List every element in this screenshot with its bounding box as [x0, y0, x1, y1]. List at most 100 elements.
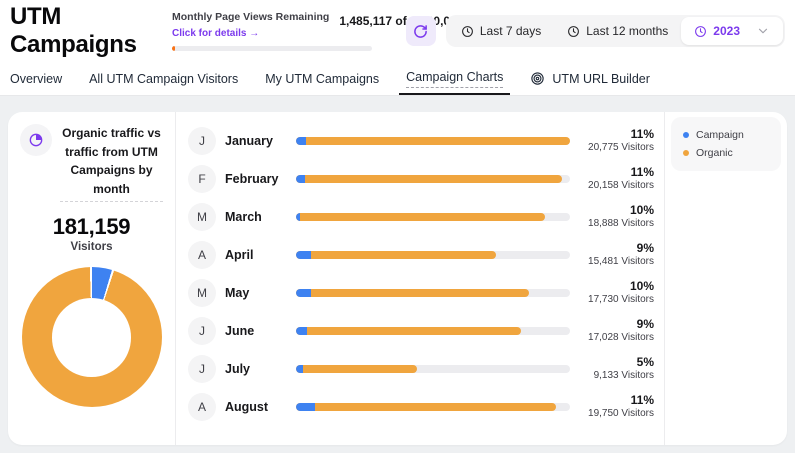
main-content: Organic traffic vs traffic from UTM Camp…: [0, 96, 795, 453]
month-label: January: [216, 134, 296, 148]
campaign-bar-segment: [296, 175, 305, 183]
month-label: April: [216, 248, 296, 262]
visitor-count: 9,133 Visitors: [582, 370, 654, 383]
month-row-march: M March 10% 18,888 Visitors: [188, 198, 654, 236]
last-7-days-button[interactable]: Last 7 days: [448, 17, 554, 45]
organic-bar-segment: [296, 327, 521, 335]
month-bar: [296, 137, 570, 145]
refresh-button[interactable]: [406, 16, 436, 46]
usage-label: Monthly Page Views Remaining: [172, 11, 329, 23]
month-stats: 11% 19,750 Visitors: [582, 393, 654, 421]
top-bar: UTM Campaigns Monthly Page Views Remaini…: [0, 0, 795, 62]
summary-panel: Organic traffic vs traffic from UTM Camp…: [8, 112, 176, 445]
campaign-bar-segment: [296, 289, 311, 297]
month-label: June: [216, 324, 296, 338]
header-controls: Last 7 days Last 12 months 2023: [406, 15, 785, 47]
visitor-count: 17,028 Visitors: [582, 332, 654, 345]
month-stats: 9% 15,481 Visitors: [582, 241, 654, 269]
month-stats: 5% 9,133 Visitors: [582, 355, 654, 383]
last-12-months-label: Last 12 months: [586, 24, 668, 38]
organic-bar-segment: [296, 137, 570, 145]
visitor-count: 20,158 Visitors: [582, 180, 654, 193]
year-dropdown[interactable]: 2023: [681, 17, 783, 45]
campaign-percent: 11%: [582, 127, 654, 142]
month-stats: 11% 20,775 Visitors: [582, 127, 654, 155]
monthly-bar-chart: J January 11% 20,775 Visitors F February: [176, 112, 665, 445]
tab-all-utm-campaign-visitors[interactable]: All UTM Campaign Visitors: [89, 62, 238, 95]
usage-progress-fill: [172, 46, 175, 51]
month-bar: [296, 365, 570, 373]
last-12-months-button[interactable]: Last 12 months: [554, 17, 681, 45]
year-label: 2023: [713, 24, 740, 38]
campaign-percent: 9%: [582, 317, 654, 332]
campaign-percent: 10%: [582, 279, 654, 294]
usage-widget: Monthly Page Views Remaining Click for d…: [172, 11, 374, 51]
organic-bar-segment: [296, 251, 496, 259]
date-range-group: Last 7 days Last 12 months 2023: [446, 15, 785, 47]
organic-bar-segment: [296, 213, 545, 221]
month-avatar: M: [188, 203, 216, 231]
campaign-percent: 9%: [582, 241, 654, 256]
tab-utm-url-builder[interactable]: UTM URL Builder: [530, 62, 649, 95]
month-row-february: F February 11% 20,158 Visitors: [188, 160, 654, 198]
organic-bar-segment: [296, 403, 556, 411]
total-visitors-label: Visitors: [20, 241, 163, 253]
donut-chart: [22, 267, 162, 407]
usage-progressbar: [172, 46, 372, 51]
month-bar: [296, 327, 570, 335]
visitor-count: 19,750 Visitors: [582, 408, 654, 421]
month-avatar: A: [188, 241, 216, 269]
month-bar: [296, 289, 570, 297]
month-avatar: J: [188, 355, 216, 383]
legend-item-campaign[interactable]: Campaign: [683, 126, 769, 144]
usage-details-link[interactable]: Click for details →: [172, 28, 259, 39]
month-bar: [296, 175, 570, 183]
month-row-july: J July 5% 9,133 Visitors: [188, 350, 654, 388]
month-stats: 10% 17,730 Visitors: [582, 279, 654, 307]
tab-campaign-charts[interactable]: Campaign Charts: [406, 62, 503, 95]
month-avatar: J: [188, 317, 216, 345]
tab-overview[interactable]: Overview: [10, 62, 62, 95]
month-avatar: A: [188, 393, 216, 421]
organic-bar-segment: [296, 365, 417, 373]
page-title: UTM Campaigns: [10, 3, 168, 59]
pie-chart-icon: [20, 124, 52, 156]
campaign-bar-segment: [296, 137, 306, 145]
month-row-june: J June 9% 17,028 Visitors: [188, 312, 654, 350]
visitor-count: 17,730 Visitors: [582, 294, 654, 307]
month-stats: 9% 17,028 Visitors: [582, 317, 654, 345]
tab-my-utm-campaigns[interactable]: My UTM Campaigns: [265, 62, 379, 95]
campaign-percent: 5%: [582, 355, 654, 370]
month-row-january: J January 11% 20,775 Visitors: [188, 122, 654, 160]
month-avatar: M: [188, 279, 216, 307]
campaign-charts-card: Organic traffic vs traffic from UTM Camp…: [8, 112, 787, 445]
campaign-percent: 11%: [582, 393, 654, 408]
organic-dot-icon: [683, 150, 689, 156]
campaign-dot-icon: [683, 132, 689, 138]
chart-legend: Campaign Organic: [671, 117, 781, 171]
last-7-days-label: Last 7 days: [480, 24, 541, 38]
web-icon: [530, 71, 545, 86]
legend-column: Campaign Organic: [665, 112, 787, 445]
campaign-bar-segment: [296, 365, 303, 373]
month-label: May: [216, 286, 296, 300]
month-stats: 10% 18,888 Visitors: [582, 203, 654, 231]
summary-title: Organic traffic vs traffic from UTM Camp…: [60, 124, 163, 202]
month-label: August: [216, 400, 296, 414]
campaign-bar-segment: [296, 251, 311, 259]
organic-bar-segment: [296, 175, 562, 183]
campaign-bar-segment: [296, 403, 315, 411]
usage-labels: Monthly Page Views Remaining Click for d…: [172, 11, 329, 41]
month-bar: [296, 403, 570, 411]
month-row-april: A April 9% 15,481 Visitors: [188, 236, 654, 274]
tab-bar: Overview All UTM Campaign Visitors My UT…: [0, 62, 795, 96]
month-stats: 11% 20,158 Visitors: [582, 165, 654, 193]
clock-icon: [461, 25, 474, 38]
month-row-august: A August 11% 19,750 Visitors: [188, 388, 654, 426]
month-row-may: M May 10% 17,730 Visitors: [188, 274, 654, 312]
month-label: March: [216, 210, 296, 224]
campaign-bar-segment: [296, 213, 300, 221]
legend-item-organic[interactable]: Organic: [683, 144, 769, 162]
month-bar: [296, 251, 570, 259]
refresh-icon: [413, 24, 428, 39]
